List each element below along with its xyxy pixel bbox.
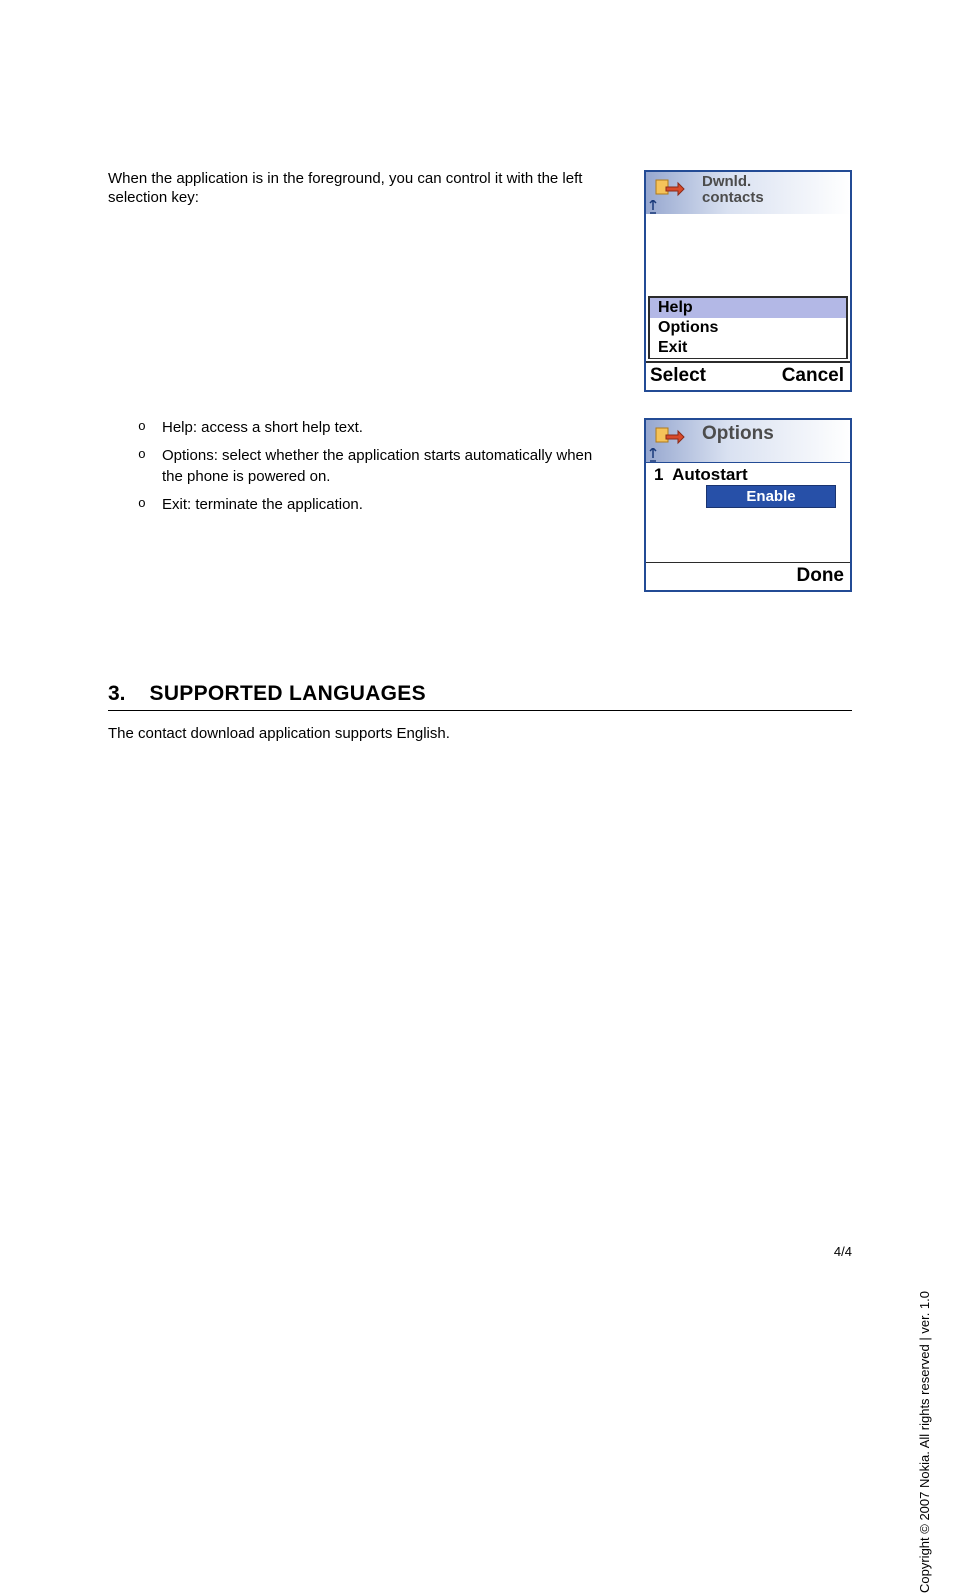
section-title: SUPPORTED LANGUAGES bbox=[150, 682, 426, 706]
app-icon bbox=[654, 424, 686, 448]
softkey-select[interactable]: Select bbox=[650, 365, 706, 387]
option-row[interactable]: 1 Autostart bbox=[650, 465, 846, 485]
copyright-text: Copyright © 2007 Nokia. All rights reser… bbox=[917, 1291, 932, 1593]
menu-item-exit[interactable]: Exit bbox=[650, 338, 846, 358]
options-title: Options bbox=[702, 426, 774, 442]
softkey-cancel[interactable]: Cancel bbox=[782, 365, 844, 387]
bullet-list: Help: access a short help text. Options:… bbox=[108, 418, 616, 523]
phone-title: Dwnld. contacts bbox=[702, 174, 764, 206]
title-line2: contacts bbox=[702, 190, 764, 206]
section-body: The contact download application support… bbox=[108, 725, 852, 742]
options-body: 1 Autostart Enable bbox=[646, 462, 850, 512]
phone-header: Dwnld. contacts bbox=[646, 172, 850, 214]
phone-screen-menu: Dwnld. contacts Help Options Exit Select… bbox=[644, 170, 852, 392]
option-num: 1 bbox=[654, 465, 668, 485]
softkey-done[interactable]: Done bbox=[797, 565, 845, 587]
signal-icon bbox=[648, 448, 658, 462]
section-heading: 3. SUPPORTED LANGUAGES bbox=[108, 682, 852, 711]
menu-item-options[interactable]: Options bbox=[650, 318, 846, 338]
page-number: 4/4 bbox=[834, 1244, 852, 1259]
enable-button[interactable]: Enable bbox=[706, 485, 836, 508]
phone-body-empty bbox=[646, 214, 850, 294]
option-label: Autostart bbox=[672, 465, 748, 484]
app-icon bbox=[654, 176, 686, 200]
intro-text: When the application is in the foregroun… bbox=[108, 170, 616, 208]
softkey-bar: Select Cancel bbox=[646, 361, 850, 390]
softkey-bar: Done bbox=[646, 562, 850, 590]
phone-menu: Help Options Exit bbox=[648, 296, 848, 359]
title-line1: Dwnld. bbox=[702, 174, 764, 190]
list-item: Options: select whether the application … bbox=[138, 446, 616, 487]
phone-screen-options: Options 1 Autostart Enable Done bbox=[644, 418, 852, 592]
phone-header: Options bbox=[646, 420, 850, 462]
menu-item-help[interactable]: Help bbox=[650, 298, 846, 318]
section-number: 3. bbox=[108, 682, 126, 706]
signal-icon bbox=[648, 200, 658, 214]
options-empty bbox=[646, 512, 850, 562]
list-item: Exit: terminate the application. bbox=[138, 495, 616, 515]
list-item: Help: access a short help text. bbox=[138, 418, 616, 438]
